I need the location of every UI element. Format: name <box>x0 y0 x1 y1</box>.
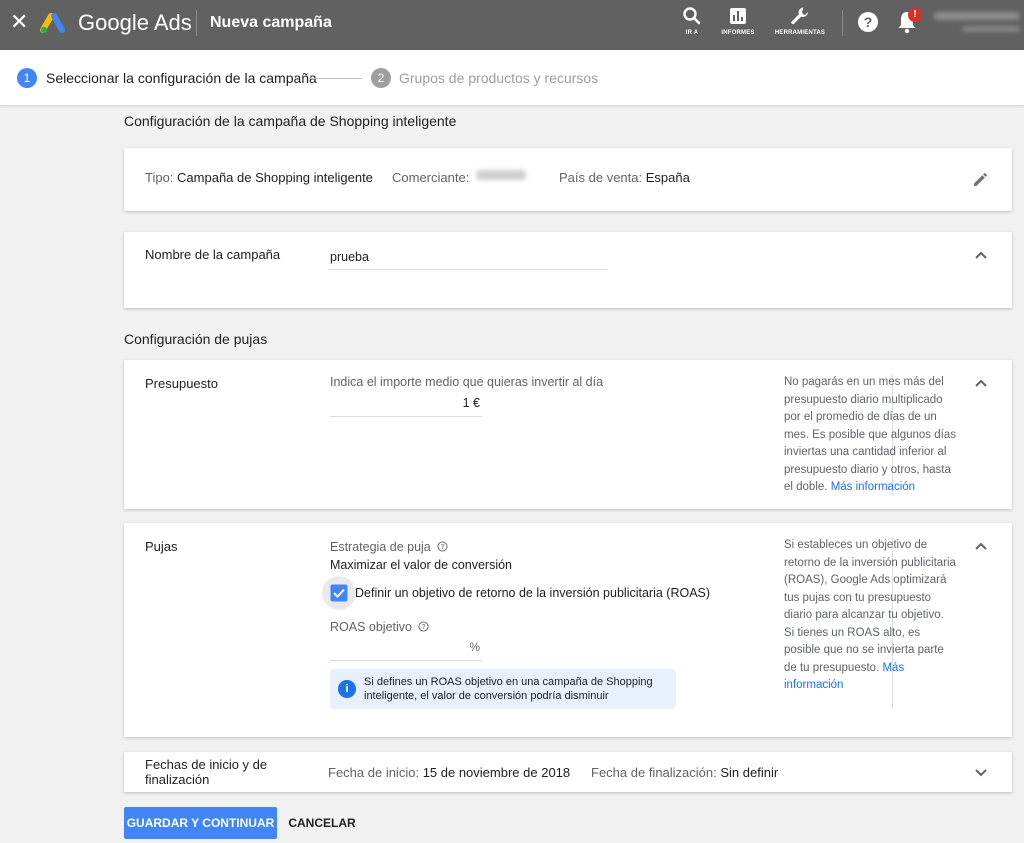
budget-more-info-link[interactable]: Más información <box>831 481 915 493</box>
budget-help-text: No pagarás en un mes más del presupuesto… <box>784 374 956 497</box>
end-date-label: Fecha de finalización: <box>591 765 717 780</box>
merchant-value-redacted <box>476 170 526 180</box>
bid-strategy-value: Maximizar el valor de conversión <box>330 558 513 572</box>
brand-name: Google Ads <box>78 10 192 35</box>
help-circle-icon[interactable]: ? <box>418 621 430 632</box>
campaign-type-label: Tipo: <box>145 170 174 185</box>
bids-help-body: Si estableces un objetivo de retorno de … <box>784 539 956 674</box>
bid-strategy-label-text: Estrategia de puja <box>330 540 431 554</box>
campaign-name-card: Nombre de la campaña prueba <box>124 232 1012 308</box>
roas-checkbox[interactable] <box>330 584 348 602</box>
top-app-bar: ✕ Google Ads Nueva campaña IR A INFORMES… <box>0 0 1024 50</box>
sales-country-label: País de venta: <box>559 170 643 185</box>
reports-label: INFORMES <box>721 30 755 36</box>
chevron-up-icon[interactable] <box>974 378 988 388</box>
svg-text:?: ? <box>422 624 426 631</box>
campaign-type: Tipo: Campaña de Shopping inteligente <box>145 170 373 186</box>
dates-label: Fechas de inicio y de finalización <box>145 757 268 787</box>
budget-underline <box>330 416 482 417</box>
svg-text:?: ? <box>441 544 445 551</box>
notification-badge: ! <box>908 8 922 22</box>
bid-strategy-label: Estrategia de puja ? <box>330 539 448 555</box>
end-date: Fecha de finalización: Sin definir <box>591 765 778 781</box>
dates-card: Fechas de inicio y de finalización Fecha… <box>124 752 1012 792</box>
help-circle-icon[interactable]: ? <box>437 541 448 552</box>
target-roas-input[interactable]: % <box>330 639 480 655</box>
sales-country-value: España <box>645 170 690 185</box>
budget-help-body: No pagarás en un mes más del presupuesto… <box>784 376 956 493</box>
campaign-type-value: Campaña de Shopping inteligente <box>177 170 373 185</box>
account-info[interactable] <box>934 12 1020 20</box>
bids-label: Pujas <box>145 539 178 554</box>
help-icon[interactable]: ? <box>858 12 878 32</box>
reports-button[interactable]: INFORMES <box>716 6 760 42</box>
search-icon <box>683 7 701 25</box>
budget-card: Presupuesto Indica el importe medio que … <box>124 360 1012 509</box>
tools-label: HERRAMIENTAS <box>774 30 826 36</box>
chevron-down-icon[interactable] <box>974 768 988 778</box>
save-and-continue-button[interactable]: GUARDAR Y CONTINUAR <box>124 807 277 839</box>
cancel-button[interactable]: CANCELAR <box>286 807 358 839</box>
campaign-name-input[interactable]: prueba <box>330 249 369 265</box>
bar-chart-icon <box>730 8 746 24</box>
roas-info-text: Si defines un ROAS objetivo en una campa… <box>364 676 653 702</box>
budget-input[interactable]: 1 € <box>330 395 480 411</box>
close-icon[interactable]: ✕ <box>10 11 28 33</box>
start-date-value: 15 de noviembre de 2018 <box>422 765 571 780</box>
google-ads-logo <box>40 13 65 34</box>
campaign-stepper: 1 Seleccionar la configuración de la cam… <box>0 50 1024 106</box>
merchant-label: Comerciante: <box>392 170 470 185</box>
step-connector <box>308 78 362 79</box>
step-1-label[interactable]: Seleccionar la configuración de la campa… <box>46 70 317 86</box>
divider <box>842 10 843 36</box>
divider <box>196 10 197 36</box>
go-to-label: IR A <box>685 30 699 36</box>
chevron-up-icon[interactable] <box>974 250 988 260</box>
budget-field-label: Indica el importe medio que quieras inve… <box>330 375 604 389</box>
bids-card: Pujas Estrategia de puja ? Maximizar el … <box>124 523 1012 737</box>
campaign-name-label: Nombre de la campaña <box>145 247 281 262</box>
info-icon: i <box>338 680 356 698</box>
step-2-number: 2 <box>371 68 391 88</box>
target-roas-label: ROAS objetivo ? <box>330 619 430 635</box>
campaign-settings-heading: Configuración de la campaña de Shopping … <box>124 113 457 129</box>
bidding-settings-heading: Configuración de pujas <box>124 331 268 347</box>
sales-country: País de venta: España <box>559 170 690 186</box>
start-date: Fecha de inicio: 15 de noviembre de 2018 <box>328 765 570 781</box>
step-2-label[interactable]: Grupos de productos y recursos <box>399 70 598 86</box>
end-date-value: Sin definir <box>720 765 779 780</box>
bids-help-text: Si estableces un objetivo de retorno de … <box>784 537 956 695</box>
page-title: Nueva campaña <box>210 14 332 31</box>
campaign-name-underline <box>329 269 607 270</box>
step-1-number: 1 <box>17 68 37 88</box>
go-to-button[interactable]: IR A <box>678 6 706 42</box>
account-info-secondary <box>962 26 1020 32</box>
target-roas-underline <box>330 660 482 661</box>
target-roas-label-text: ROAS objetivo <box>330 620 412 634</box>
campaign-summary-card: Tipo: Campaña de Shopping inteligente Co… <box>124 148 1012 211</box>
chevron-up-icon[interactable] <box>974 541 988 551</box>
edit-pencil-icon[interactable] <box>972 170 990 188</box>
start-date-label: Fecha de inicio: <box>328 765 420 780</box>
budget-label: Presupuesto <box>145 376 218 391</box>
roas-info-box: i Si defines un ROAS objetivo en una cam… <box>330 669 676 709</box>
wrench-icon <box>791 7 808 25</box>
tools-button[interactable]: HERRAMIENTAS <box>770 6 830 42</box>
roas-checkbox-label[interactable]: Definir un objetivo de retorno de la inv… <box>355 585 710 601</box>
